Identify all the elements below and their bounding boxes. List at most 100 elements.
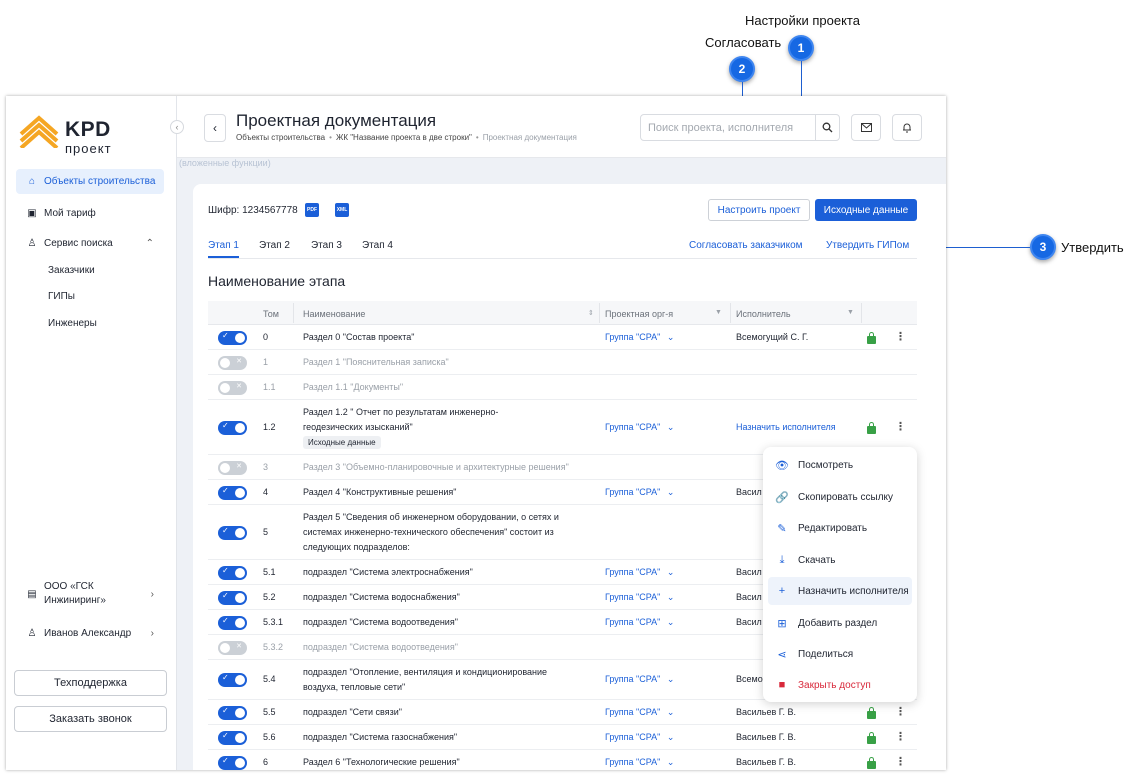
nav-construction-objects[interactable]: ⌂ Объекты строительства bbox=[16, 169, 164, 194]
cell-executor: Васил bbox=[736, 566, 762, 577]
nav-label: Объекты строительства bbox=[44, 176, 156, 187]
tab-stage-2[interactable]: Этап 2 bbox=[259, 240, 290, 251]
sidebar-collapse-button[interactable]: ‹ bbox=[170, 120, 184, 134]
breadcrumb-item[interactable]: ЖК "Название проекта в две строки" bbox=[336, 133, 472, 142]
cell-org[interactable]: Группа "СРА" ⌄ bbox=[605, 485, 674, 500]
table-row[interactable]: 1 Раздел 1 "Пояснительная записка" bbox=[208, 350, 917, 375]
row-menu-button[interactable]: ⋮ bbox=[895, 705, 906, 718]
logo[interactable]: KPD проект bbox=[19, 110, 129, 156]
company-selector[interactable]: ▤ ООО «ГСК Инжиниринг» › bbox=[16, 576, 164, 612]
section-toggle[interactable] bbox=[218, 460, 247, 475]
cell-org[interactable]: Группа "СРА" ⌄ bbox=[605, 755, 674, 770]
cell-org[interactable]: Группа "СРА" ⌄ bbox=[605, 672, 674, 687]
row-menu-button[interactable]: ⋮ bbox=[895, 755, 906, 768]
menu-item-copy-link[interactable]: 🔗 Скопировать ссылку bbox=[768, 483, 912, 511]
cell-name: подраздел "Система водоотведения" bbox=[303, 617, 458, 627]
table-row[interactable]: 5.5 подраздел "Сети связи" Группа "СРА" ⌄ В… bbox=[208, 700, 917, 725]
section-toggle[interactable] bbox=[218, 485, 247, 500]
menu-item-share[interactable]: ⋖ Поделиться bbox=[768, 640, 912, 668]
xml-icon[interactable]: XML bbox=[335, 203, 349, 217]
nav-sub-gips[interactable]: ГИПы bbox=[48, 291, 75, 302]
menu-item-view[interactable]: 👁 Посмотреть bbox=[768, 451, 912, 479]
plus-icon: + bbox=[778, 585, 786, 597]
cell-name: системах инженерно-технического обеспече… bbox=[303, 527, 554, 537]
configure-project-button[interactable]: Настроить проект bbox=[708, 199, 810, 221]
people-icon: ♙ bbox=[27, 238, 37, 249]
cell-tom: 5.3.2 bbox=[263, 641, 284, 652]
table-row[interactable]: 1.1 Раздел 1.1 "Документы" bbox=[208, 375, 917, 400]
col-header-org[interactable]: Проектная орг-я bbox=[605, 309, 673, 319]
filter-icon[interactable]: ▼ bbox=[847, 309, 854, 316]
nav-sub-engineers[interactable]: Инженеры bbox=[48, 318, 97, 329]
lock-open-icon[interactable] bbox=[867, 331, 876, 344]
lock-open-icon[interactable] bbox=[867, 731, 876, 744]
section-toggle[interactable] bbox=[218, 640, 247, 655]
nav-search-service[interactable]: ♙ Сервис поиска ⌃ bbox=[16, 231, 164, 256]
lock-open-icon[interactable] bbox=[867, 756, 876, 769]
nav-label: Сервис поиска bbox=[44, 238, 113, 249]
col-header-name[interactable]: Наименование bbox=[303, 309, 365, 319]
cell-tom: 1.2 bbox=[263, 421, 276, 432]
mail-button[interactable] bbox=[851, 114, 881, 141]
row-menu-button[interactable]: ⋮ bbox=[895, 330, 906, 343]
page-title: Проектная документация bbox=[236, 111, 437, 130]
user-menu[interactable]: ♙ Иванов Александр › bbox=[16, 621, 164, 646]
cell-org[interactable]: Группа "СРА" ⌄ bbox=[605, 330, 674, 345]
section-toggle[interactable] bbox=[218, 525, 247, 540]
cell-executor[interactable]: Назначить исполнителя bbox=[736, 420, 836, 435]
cell-tom: 5.2 bbox=[263, 591, 276, 602]
pdf-icon[interactable]: PDF bbox=[305, 203, 319, 217]
nav-my-tariff[interactable]: ▣ Мой тариф bbox=[16, 201, 164, 226]
menu-item-edit[interactable]: ✎ Редактировать bbox=[768, 514, 912, 542]
tab-stage-1[interactable]: Этап 1 bbox=[208, 240, 239, 251]
table-row[interactable]: 5.6 подраздел "Система газоснабжения" Груп… bbox=[208, 725, 917, 750]
cell-org[interactable]: Группа "СРА" ⌄ bbox=[605, 565, 674, 580]
section-toggle[interactable] bbox=[218, 705, 247, 720]
lock-open-icon[interactable] bbox=[867, 706, 876, 719]
cell-org[interactable]: Группа "СРА" ⌄ bbox=[605, 615, 674, 630]
section-toggle[interactable] bbox=[218, 565, 247, 580]
tab-stage-3[interactable]: Этап 3 bbox=[311, 240, 342, 251]
section-toggle[interactable] bbox=[218, 673, 247, 687]
search-input[interactable]: Поиск проекта, исполнителя bbox=[640, 114, 840, 141]
sort-icon[interactable]: ⇕ bbox=[588, 309, 594, 317]
cell-name: Раздел 1.1 "Документы" bbox=[303, 382, 404, 392]
row-menu-button[interactable]: ⋮ bbox=[895, 420, 906, 433]
section-toggle[interactable] bbox=[218, 730, 247, 745]
section-toggle[interactable] bbox=[218, 590, 247, 605]
menu-item-close-access[interactable]: ■ Закрыть доступ bbox=[768, 671, 912, 699]
section-toggle[interactable] bbox=[218, 380, 247, 395]
back-button[interactable]: ‹ bbox=[204, 114, 226, 142]
breadcrumb-item[interactable]: Объекты строительства bbox=[236, 133, 325, 142]
notifications-button[interactable] bbox=[892, 114, 922, 141]
support-button[interactable]: Техподдержка bbox=[14, 670, 167, 696]
cell-org[interactable]: Группа "СРА" ⌄ bbox=[605, 730, 674, 745]
menu-item-assign-executor[interactable]: + Назначить исполнителя bbox=[768, 577, 912, 605]
tab-stage-4[interactable]: Этап 4 bbox=[362, 240, 393, 251]
order-call-button[interactable]: Заказать звонок bbox=[14, 706, 167, 732]
source-data-chip[interactable]: Исходные данные bbox=[303, 435, 381, 449]
section-toggle[interactable] bbox=[218, 755, 247, 770]
section-toggle[interactable] bbox=[218, 330, 247, 345]
cell-org[interactable]: Группа "СРА" ⌄ bbox=[605, 590, 674, 605]
section-toggle[interactable] bbox=[218, 355, 247, 370]
source-data-button[interactable]: Исходные данные bbox=[815, 199, 917, 221]
section-toggle[interactable] bbox=[218, 615, 247, 630]
menu-item-add-section[interactable]: ⊞ Добавить раздел bbox=[768, 609, 912, 637]
cell-org[interactable]: Группа "СРА" ⌄ bbox=[605, 420, 674, 435]
lock-open-icon[interactable] bbox=[867, 421, 876, 434]
menu-item-download[interactable]: ⤓ Скачать bbox=[768, 546, 912, 574]
callout-1-label: Настройки проекта bbox=[745, 13, 860, 28]
agree-customer-link[interactable]: Согласовать заказчиком bbox=[689, 240, 803, 251]
section-toggle[interactable] bbox=[218, 420, 247, 435]
row-menu-button[interactable]: ⋮ bbox=[895, 730, 906, 743]
col-header-tom[interactable]: Том bbox=[263, 309, 279, 319]
search-button[interactable] bbox=[815, 115, 839, 140]
cell-org[interactable]: Группа "СРА" ⌄ bbox=[605, 705, 674, 720]
filter-icon[interactable]: ▼ bbox=[715, 309, 722, 316]
col-header-executor[interactable]: Исполнитель bbox=[736, 309, 791, 319]
table-row[interactable]: 0 Раздел 0 "Состав проекта" Группа "СРА" ⌄… bbox=[208, 325, 917, 350]
approve-gip-link[interactable]: Утвердить ГИПом bbox=[826, 240, 909, 251]
table-row[interactable]: 6 Раздел 6 "Технологические решения" Групп… bbox=[208, 750, 917, 770]
nav-sub-customers[interactable]: Заказчики bbox=[48, 265, 95, 276]
